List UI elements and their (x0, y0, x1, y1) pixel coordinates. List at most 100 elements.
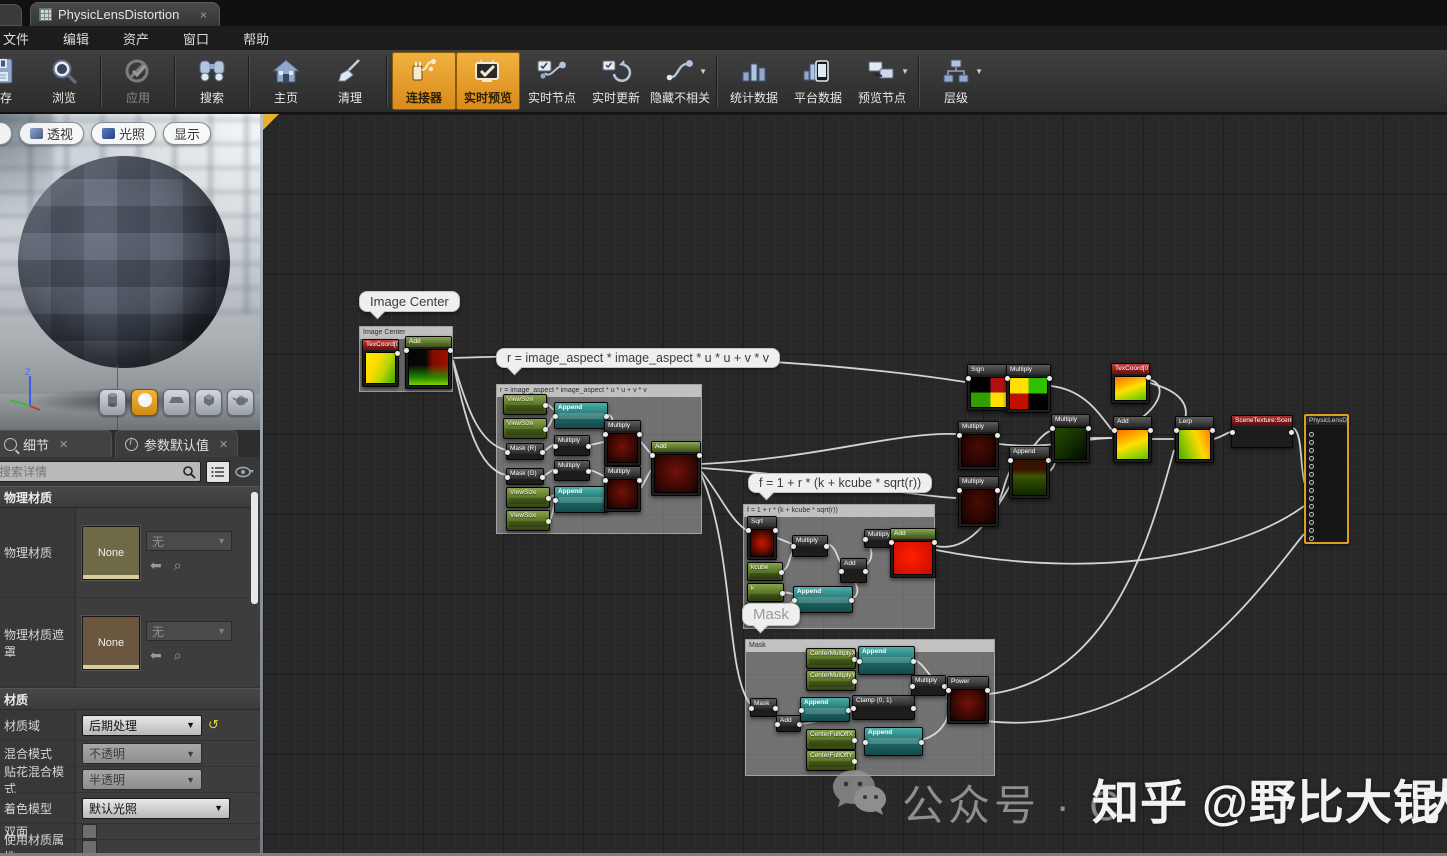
input-pin[interactable] (505, 449, 510, 455)
output-pin[interactable] (995, 488, 1000, 493)
output-pin[interactable] (852, 737, 857, 743)
graph-node-texcoord-0-[interactable]: TexCoord[0] (1111, 363, 1151, 404)
input-pin[interactable] (404, 348, 409, 353)
combo-混合模式[interactable]: 不透明 ▼ (82, 743, 202, 764)
graph-node-centermultiplyx[interactable]: CenterMultiplyX (806, 648, 857, 669)
output-pin[interactable] (919, 739, 924, 745)
output-pin[interactable] (448, 348, 453, 353)
combo-贴花混合模式[interactable]: 半透明 ▼ (82, 769, 202, 790)
input-pin[interactable] (1309, 472, 1314, 477)
input-pin[interactable] (799, 707, 804, 713)
toolbar-button-hide-unrelated[interactable]: ▼ 隐藏不相关 (648, 52, 712, 110)
graph-node-multiply[interactable]: Multiply (791, 535, 829, 557)
toolbar-button-live-update[interactable]: 实时更新 (584, 52, 648, 110)
output-pin[interactable] (637, 432, 642, 437)
section-header-1[interactable]: 材质 (0, 688, 260, 710)
graph-node-add[interactable]: Add (650, 441, 702, 496)
graph-node-multiply[interactable]: Multiply (603, 420, 642, 466)
viewport-button-0[interactable]: 透视 (19, 122, 85, 145)
viewport-menu-button[interactable] (0, 122, 12, 145)
search-input[interactable] (0, 464, 182, 479)
asset-select[interactable]: 无 ▼ (146, 531, 232, 551)
toolbar-button-hierarchy[interactable]: ▼ 层级 (924, 52, 988, 110)
input-pin[interactable] (1174, 428, 1179, 433)
graph-node-add[interactable]: Add (889, 528, 937, 578)
toolbar-button-apply[interactable]: 应用 (106, 52, 170, 110)
input-pin[interactable] (1309, 528, 1314, 533)
graph-node-append[interactable]: Append (553, 402, 609, 429)
shape-button-sphere[interactable] (131, 389, 158, 416)
output-pin[interactable] (546, 518, 551, 524)
use-selected-icon[interactable]: ⬅ (150, 557, 162, 574)
graph-node-multiply[interactable]: Multiply (1050, 414, 1091, 463)
input-pin[interactable] (1008, 458, 1013, 463)
graph-node-power[interactable]: Power (946, 676, 990, 724)
graph-node-append[interactable]: Append (792, 586, 854, 613)
search-box[interactable] (0, 461, 201, 482)
graph-node-append[interactable]: Append (553, 486, 609, 513)
output-pin[interactable] (637, 478, 642, 483)
output-pin[interactable] (932, 540, 937, 545)
asset-tab[interactable]: PhysicLensDistortion × (30, 2, 220, 26)
input-pin[interactable] (1309, 464, 1314, 469)
input-pin[interactable] (1309, 448, 1314, 453)
graph-node-add[interactable]: Add (775, 715, 802, 732)
graph-node-scenetexture-scenecolor[interactable]: SceneTexture:SceneColor (1230, 415, 1294, 448)
use-selected-icon[interactable]: ⬅ (150, 647, 162, 664)
graph-node-add[interactable]: Add (404, 336, 453, 389)
chevron-down-icon[interactable]: ▼ (699, 67, 707, 76)
details-scrollbar[interactable] (251, 492, 258, 604)
output-pin[interactable] (780, 590, 785, 596)
graph-node-multiply[interactable]: Multiply (603, 466, 642, 512)
output-pin[interactable] (863, 568, 868, 574)
output-pin[interactable] (852, 678, 857, 684)
input-pin[interactable] (553, 497, 558, 503)
eye-filter-button[interactable] (235, 465, 255, 479)
input-pin[interactable] (957, 488, 962, 493)
graph-node-append[interactable]: Append (857, 646, 916, 675)
toolbar-button-live-node[interactable]: 实时节点 (520, 52, 584, 110)
close-icon[interactable]: ✕ (59, 438, 68, 451)
input-pin[interactable] (603, 478, 608, 483)
menu-item-4[interactable]: 帮助 (226, 26, 286, 50)
graph-node-multiply[interactable]: Multiply (553, 435, 591, 456)
graph-node-viewsize[interactable]: ViewSize (506, 510, 551, 531)
output-pin[interactable] (1146, 375, 1151, 380)
output-pin[interactable] (911, 705, 916, 711)
details-tab-1[interactable]: 参数默认值 ✕ (115, 430, 239, 457)
asset-thumbnail[interactable]: None (81, 524, 141, 581)
output-pin[interactable] (849, 597, 854, 603)
input-pin[interactable] (1112, 428, 1117, 433)
shape-button-plane[interactable] (163, 389, 190, 416)
browse-to-asset-icon[interactable]: ⌕ (174, 557, 182, 574)
output-pin[interactable] (543, 402, 548, 408)
input-pin[interactable] (650, 453, 655, 458)
tab-close-icon[interactable]: × (198, 8, 209, 22)
graph-node-multiply[interactable]: Multiply (910, 675, 947, 696)
input-pin[interactable] (1309, 536, 1314, 541)
graph-node-sqrt[interactable]: Sqrt (746, 516, 778, 560)
input-pin[interactable] (857, 658, 862, 664)
input-pin[interactable] (792, 597, 797, 603)
menu-item-3[interactable]: 窗口 (166, 26, 226, 50)
output-pin[interactable] (546, 495, 551, 501)
output-pin[interactable] (773, 528, 778, 533)
checkbox-双面[interactable] (82, 824, 97, 839)
input-pin[interactable] (957, 433, 962, 438)
graph-node-multiply[interactable]: Multiply (957, 476, 1000, 527)
output-pin[interactable] (540, 474, 545, 480)
menu-item-2[interactable]: 资产 (106, 26, 166, 50)
toolbar-button-live-preview[interactable]: 实时预览 (456, 52, 520, 110)
graph-node-viewsize[interactable]: ViewSize (503, 394, 548, 415)
graph-node-add[interactable]: Add (1112, 416, 1153, 463)
combo-材质域[interactable]: 后期处理 ▼ (82, 714, 202, 736)
output-pin[interactable] (1289, 429, 1294, 435)
output-pin[interactable] (395, 351, 400, 356)
graph-node-viewsize[interactable]: ViewSize (506, 487, 551, 508)
details-tab-0[interactable]: 细节 ✕ (0, 430, 112, 457)
output-pin[interactable] (697, 453, 702, 458)
input-pin[interactable] (946, 688, 951, 693)
graph-node-append[interactable]: Append (863, 727, 924, 756)
output-pin[interactable] (773, 705, 778, 711)
graph-node-mask-r-[interactable]: Mask (R) (505, 443, 545, 460)
